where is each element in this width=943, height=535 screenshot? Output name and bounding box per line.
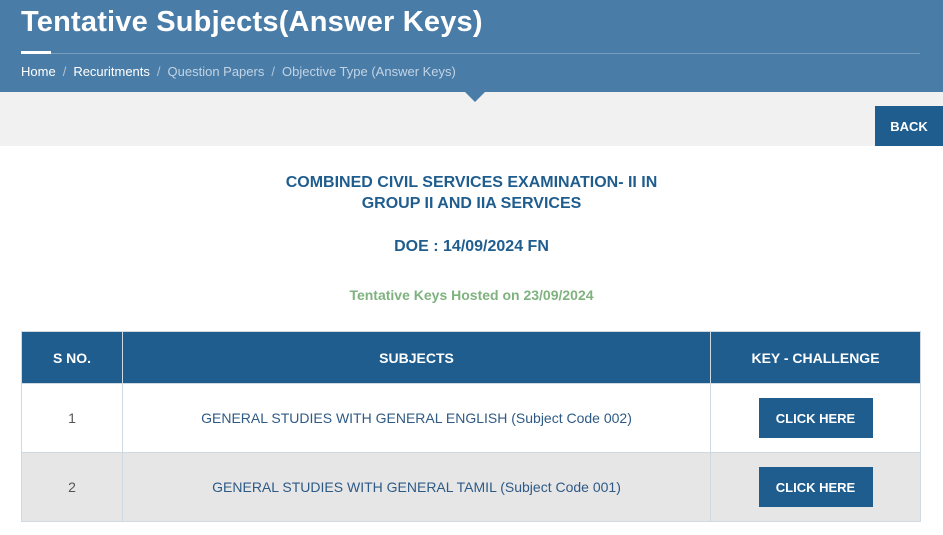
keys-hosted-date: Tentative Keys Hosted on 23/09/2024 <box>349 287 594 303</box>
breadcrumb-objective-type: Objective Type (Answer Keys) <box>281 64 456 79</box>
row-action-cell: CLICK HERE <box>710 383 921 453</box>
breadcrumb: Home / Recuritments / Question Papers / … <box>21 64 456 79</box>
row-subject: GENERAL STUDIES WITH GENERAL TAMIL (Subj… <box>122 452 711 522</box>
breadcrumb-home[interactable]: Home <box>21 64 56 79</box>
breadcrumb-recruitments[interactable]: Recuritments <box>73 64 150 79</box>
table-row: 2 GENERAL STUDIES WITH GENERAL TAMIL (Su… <box>21 452 921 522</box>
row-subject: GENERAL STUDIES WITH GENERAL ENGLISH (Su… <box>122 383 711 453</box>
title-underline <box>21 51 51 54</box>
exam-title-line2: GROUP II AND IIA SERVICES <box>361 195 582 212</box>
breadcrumb-separator: / <box>271 64 275 79</box>
exam-date: DOE : 14/09/2024 FN <box>394 238 549 255</box>
breadcrumb-separator: / <box>62 64 67 79</box>
breadcrumb-question-papers[interactable]: Question Papers <box>168 64 265 79</box>
exam-title: COMBINED CIVIL SERVICES EXAMINATION- II … <box>0 172 943 214</box>
table-header-row: S NO. SUBJECTS KEY - CHALLENGE <box>21 331 921 384</box>
row-action-cell: CLICK HERE <box>710 452 921 522</box>
page-header: Tentative Subjects(Answer Keys) Home / R… <box>0 0 943 92</box>
header-key-challenge: KEY - CHALLENGE <box>710 331 921 384</box>
page-title: Tentative Subjects(Answer Keys) <box>21 6 483 38</box>
header-sno: S NO. <box>21 331 123 384</box>
click-here-button[interactable]: CLICK HERE <box>758 398 873 438</box>
answer-keys-table: S NO. SUBJECTS KEY - CHALLENGE 1 GENERAL… <box>21 331 921 522</box>
row-sno: 1 <box>21 383 123 453</box>
header-notch <box>465 92 485 102</box>
back-button[interactable]: BACK <box>875 106 943 146</box>
table-row: 1 GENERAL STUDIES WITH GENERAL ENGLISH (… <box>21 383 921 453</box>
header-subjects: SUBJECTS <box>122 331 711 384</box>
title-divider <box>21 53 920 54</box>
exam-title-line1: COMBINED CIVIL SERVICES EXAMINATION- II … <box>285 174 658 191</box>
click-here-button[interactable]: CLICK HERE <box>758 467 873 507</box>
row-sno: 2 <box>21 452 123 522</box>
breadcrumb-separator: / <box>156 64 161 79</box>
